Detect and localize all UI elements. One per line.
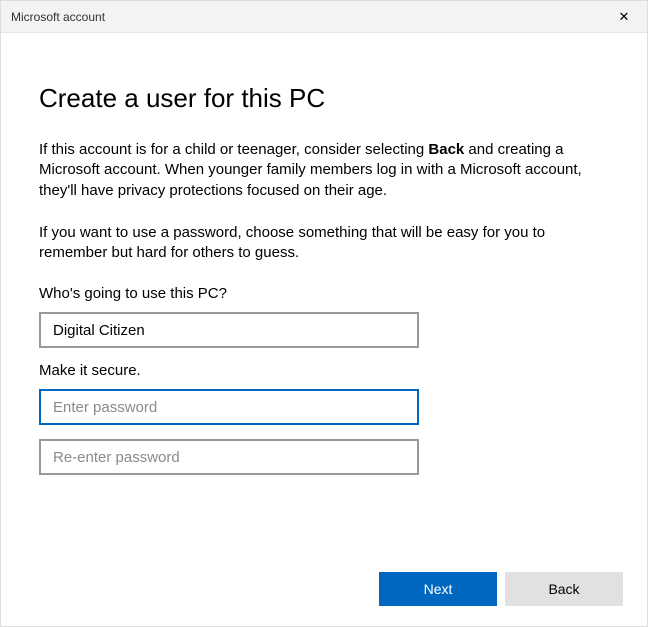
intro-paragraph-2: If you want to use a password, choose so… <box>39 223 609 264</box>
page-title: Create a user for this PC <box>39 83 609 114</box>
next-button[interactable]: Next <box>379 572 497 606</box>
intro-paragraph-1: If this account is for a child or teenag… <box>39 140 609 201</box>
close-icon: ✕ <box>619 9 630 25</box>
titlebar: Microsoft account ✕ <box>1 1 647 33</box>
footer-buttons: Next Back <box>379 572 623 606</box>
username-input[interactable] <box>39 312 419 348</box>
window-title: Microsoft account <box>11 10 105 24</box>
back-button[interactable]: Back <box>505 572 623 606</box>
content-area: Create a user for this PC If this accoun… <box>1 33 647 509</box>
intro-bold-back: Back <box>428 141 464 158</box>
intro-text-a: If this account is for a child or teenag… <box>39 141 428 158</box>
secure-label: Make it secure. <box>39 362 609 379</box>
close-button[interactable]: ✕ <box>601 1 647 33</box>
username-label: Who's going to use this PC? <box>39 285 609 302</box>
password-input[interactable] <box>39 389 419 425</box>
reenter-password-input[interactable] <box>39 439 419 475</box>
